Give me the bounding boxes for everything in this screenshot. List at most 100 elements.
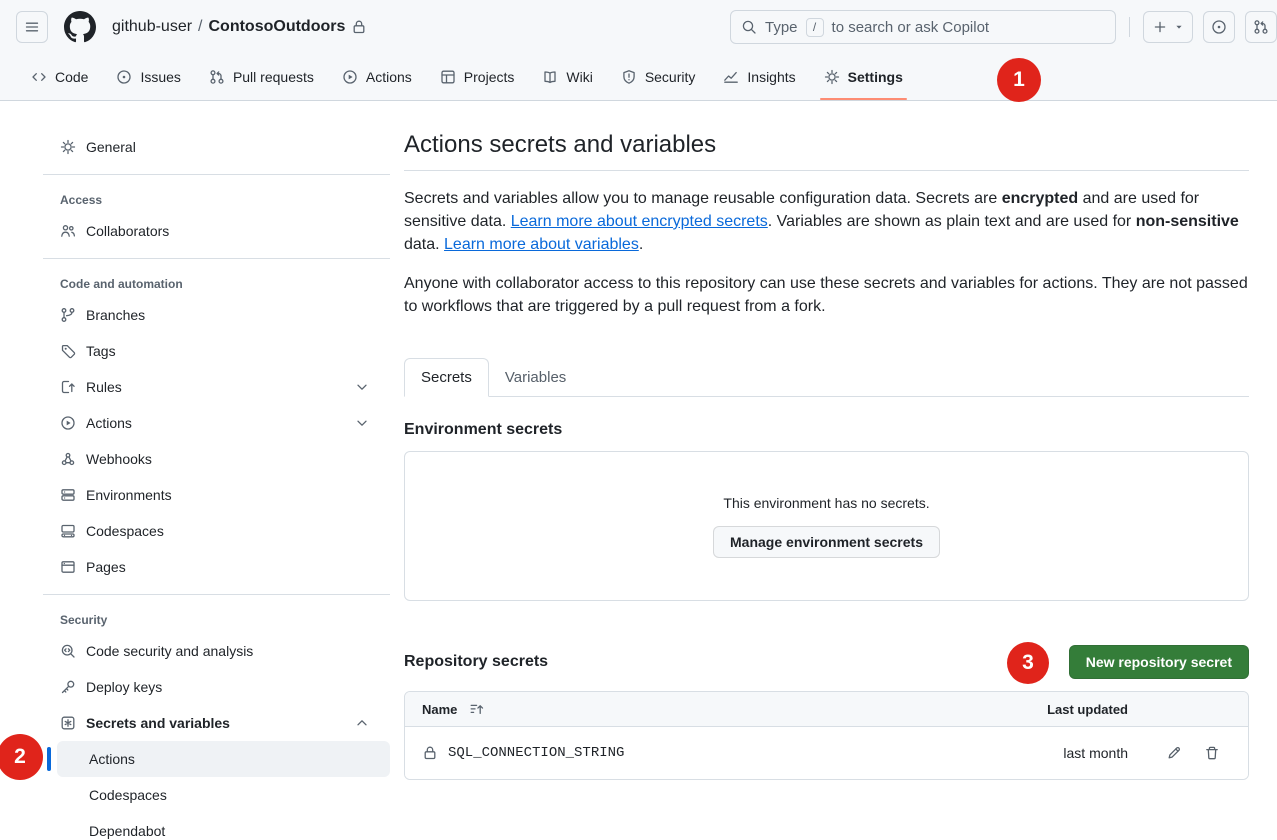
sidebar-item-webhooks[interactable]: Webhooks [43, 441, 390, 477]
lock-icon [422, 745, 438, 761]
sidebar-item-environments[interactable]: Environments [43, 477, 390, 513]
intro-text: . Variables are shown as plain text and … [768, 213, 1136, 230]
key-icon [60, 679, 76, 695]
sidebar-item-label: Actions [86, 415, 132, 431]
sidebar-item-label: Deploy keys [86, 679, 162, 695]
tab-variables[interactable]: Variables [489, 358, 582, 397]
sidebar-item-label: Environments [86, 487, 172, 503]
sidebar-section-access: Access [43, 185, 390, 213]
sidebar-item-secrets-and-variables[interactable]: Secrets and variables [43, 705, 390, 741]
hamburger-menu-button[interactable] [16, 11, 48, 43]
tab-label: Projects [464, 69, 515, 85]
sidebar-item-label: Code security and analysis [86, 643, 253, 659]
intro-text: . [639, 236, 643, 253]
link-variables[interactable]: Learn more about variables [444, 236, 639, 253]
gear-icon [824, 69, 840, 85]
secret-name-cell: SQL_CONNECTION_STRING [405, 745, 1008, 761]
sidebar-item-tags[interactable]: Tags [43, 333, 390, 369]
issue-opened-icon [1211, 19, 1227, 35]
github-repo-settings-page: github-user / ContosoOutdoors Type / to … [0, 0, 1277, 840]
gear-icon [60, 139, 76, 155]
manage-environment-secrets-button[interactable]: Manage environment secrets [713, 526, 940, 558]
project-table-icon [440, 69, 456, 85]
tab-code[interactable]: Code [17, 54, 102, 100]
sidebar-item-actions[interactable]: Actions [43, 405, 390, 441]
sidebar-subitem-actions[interactable]: Actions [57, 741, 390, 777]
sidebar-item-deploy-keys[interactable]: Deploy keys [43, 669, 390, 705]
people-icon [60, 223, 76, 239]
repository-secrets-table: Name Last updated SQL_CONNECTION_STRING … [404, 691, 1249, 780]
secret-updated-cell: last month [1008, 745, 1128, 761]
code-icon [31, 69, 47, 85]
tab-security[interactable]: Security [607, 54, 710, 100]
intro-bold-encrypted: encrypted [1002, 190, 1078, 207]
tab-label: Pull requests [233, 69, 314, 85]
environment-secrets-heading: Environment secrets [404, 421, 1249, 439]
search-input[interactable]: Type / to search or ask Copilot [730, 10, 1116, 44]
play-circle-icon [60, 415, 76, 431]
secret-actions-cell [1128, 745, 1248, 761]
last-updated-header-cell: Last updated [1008, 702, 1128, 717]
tab-projects[interactable]: Projects [426, 54, 529, 100]
tab-settings[interactable]: Settings [810, 54, 917, 100]
sidebar-item-general[interactable]: General [43, 129, 390, 165]
tab-wiki[interactable]: Wiki [528, 54, 606, 100]
sidebar-item-label: Pages [86, 559, 126, 575]
delete-trash-icon[interactable] [1204, 745, 1220, 761]
settings-layout: General Access Collaborators Code and au… [0, 101, 1277, 840]
header-actions [1143, 11, 1261, 43]
sidebar-item-code-security[interactable]: Code security and analysis [43, 633, 390, 669]
intro-paragraph-1: Secrets and variables allow you to manag… [404, 187, 1249, 256]
tab-actions[interactable]: Actions [328, 54, 426, 100]
sidebar-item-label: Tags [86, 343, 116, 359]
sidebar-item-collaborators[interactable]: Collaborators [43, 213, 390, 249]
secrets-variables-subnav: Actions Codespaces Dependabot [43, 741, 390, 840]
breadcrumb-repo[interactable]: ContosoOutdoors [209, 18, 346, 36]
sidebar-item-branches[interactable]: Branches [43, 297, 390, 333]
tab-secrets[interactable]: Secrets [404, 358, 489, 397]
breadcrumb-owner[interactable]: github-user [112, 18, 192, 36]
codespaces-icon [60, 523, 76, 539]
github-logo[interactable] [64, 11, 96, 43]
sort-ascending-icon[interactable] [469, 701, 485, 717]
sidebar-item-rules[interactable]: Rules [43, 369, 390, 405]
sidebar-subitem-dependabot[interactable]: Dependabot [57, 813, 390, 840]
sidebar-item-codespaces[interactable]: Codespaces [43, 513, 390, 549]
chevron-down-icon [354, 415, 370, 431]
tab-pull-requests[interactable]: Pull requests [195, 54, 328, 100]
breadcrumb-separator: / [198, 18, 202, 36]
tab-insights[interactable]: Insights [709, 54, 809, 100]
link-encrypted-secrets[interactable]: Learn more about encrypted secrets [511, 213, 768, 230]
tab-label: Issues [140, 69, 180, 85]
sidebar-item-pages[interactable]: Pages [43, 549, 390, 585]
sidebar-item-label: Codespaces [86, 523, 164, 539]
environments-icon [60, 487, 76, 503]
settings-main: Actions secrets and variables Secrets an… [404, 129, 1249, 840]
sidebar-divider [43, 258, 390, 259]
breadcrumb: github-user / ContosoOutdoors [112, 18, 367, 36]
edit-pencil-icon[interactable] [1166, 745, 1182, 761]
rules-icon [60, 379, 76, 395]
sidebar-subitem-label: Codespaces [89, 787, 167, 803]
sidebar-item-label: Branches [86, 307, 145, 323]
code-scan-icon [60, 643, 76, 659]
issue-opened-icon [116, 69, 132, 85]
create-new-button[interactable] [1143, 11, 1193, 43]
browser-icon [60, 559, 76, 575]
tab-issues[interactable]: Issues [102, 54, 194, 100]
sidebar-item-label: Rules [86, 379, 122, 395]
caret-down-icon [1174, 19, 1184, 35]
tab-label: Wiki [566, 69, 592, 85]
sidebar-subitem-codespaces[interactable]: Codespaces [57, 777, 390, 813]
plus-icon [1152, 19, 1168, 35]
tag-icon [60, 343, 76, 359]
search-placeholder-suffix: to search or ask Copilot [832, 19, 990, 36]
intro-paragraph-2: Anyone with collaborator access to this … [404, 272, 1249, 318]
pull-requests-dashboard-button[interactable] [1245, 11, 1277, 43]
sidebar-subitem-label: Actions [89, 751, 135, 767]
issues-dashboard-button[interactable] [1203, 11, 1235, 43]
new-repository-secret-button[interactable]: New repository secret [1069, 645, 1249, 679]
sidebar-item-label: General [86, 139, 136, 155]
intro-text: data. [404, 236, 444, 253]
table-row: SQL_CONNECTION_STRING last month [405, 727, 1248, 779]
